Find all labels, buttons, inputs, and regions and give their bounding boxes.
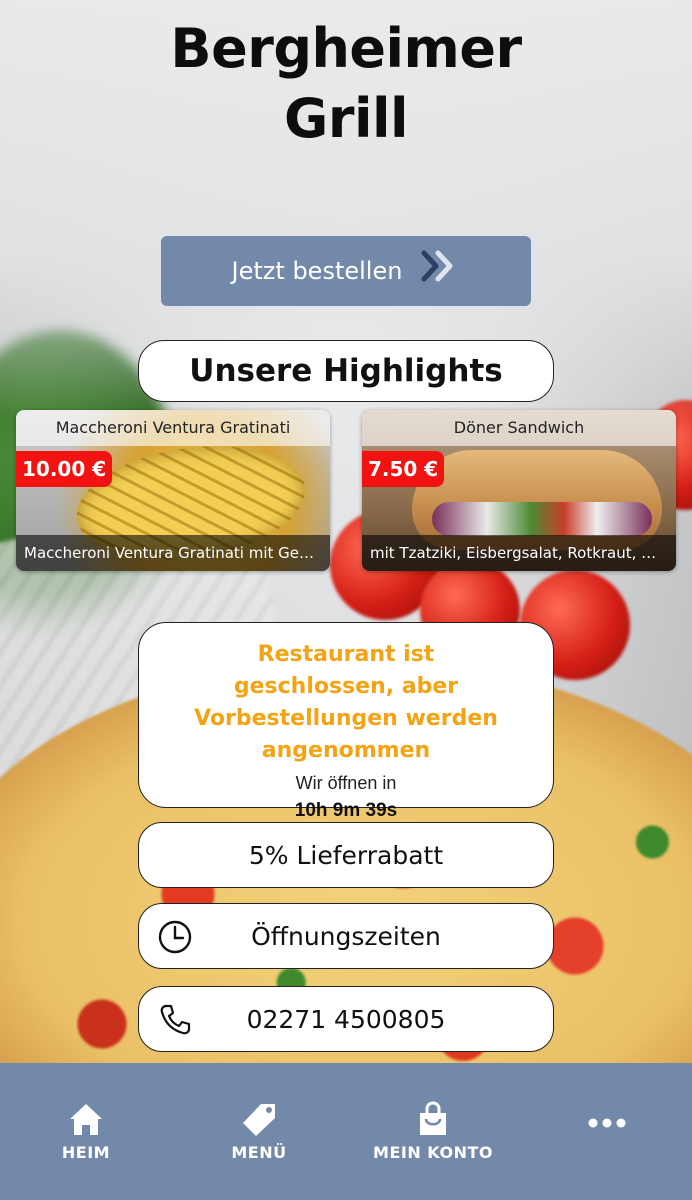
shopping-bag-icon: [420, 1101, 446, 1135]
title-line-2: Grill: [284, 87, 408, 150]
price-badge: 10.00 €: [16, 451, 113, 487]
opening-hours-label: Öffnungszeiten: [251, 921, 441, 951]
delivery-discount-button[interactable]: 5% Lieferrabatt: [138, 822, 554, 888]
nav-home-label: HEIM: [61, 1143, 111, 1162]
clock-icon: [157, 919, 193, 955]
highlight-card-doener[interactable]: Döner Sandwich 7.50 € mit Tzatziki, Eisb…: [362, 410, 676, 571]
nav-my-account[interactable]: MEIN KONTO: [368, 1101, 498, 1162]
bottom-navigation: HEIM MENÜ MEIN KONTO: [0, 1063, 692, 1200]
restaurant-title: Bergheimer Grill: [0, 14, 692, 154]
highlight-description: mit Tzatziki, Eisbergsalat, Rotkraut, We…: [362, 535, 676, 571]
highlight-card-pasta[interactable]: Maccheroni Ventura Gratinati 10.00 € Mac…: [16, 410, 330, 571]
restaurant-status-panel: Restaurant ist geschlossen, aber Vorbest…: [138, 622, 554, 821]
price-tag-icon: [243, 1104, 275, 1136]
opening-hours-button[interactable]: Öffnungszeiten: [138, 903, 554, 969]
phone-icon: [157, 1002, 193, 1038]
nav-menu[interactable]: MENÜ: [222, 1101, 296, 1162]
title-line-1: Bergheimer: [170, 17, 522, 80]
order-now-button[interactable]: Jetzt bestellen: [161, 236, 531, 306]
nav-more[interactable]: [580, 1117, 634, 1135]
phone-call-button[interactable]: 02271 4500805: [138, 986, 554, 1052]
price-badge: 7.50 €: [362, 451, 445, 487]
closed-message: Restaurant ist geschlossen, aber Vorbest…: [194, 642, 498, 763]
highlight-description: Maccheroni Ventura Gratinati mit Gemüse: [16, 535, 330, 571]
highlights-heading: Unsere Highlights: [138, 340, 554, 402]
nav-my-account-label: MEIN KONTO: [373, 1143, 493, 1162]
more-dots-icon: [588, 1118, 626, 1128]
phone-number: 02271 4500805: [246, 1004, 446, 1034]
home-icon: [70, 1104, 102, 1135]
nav-menu-label: MENÜ: [231, 1143, 287, 1162]
opening-countdown: 10h 9m 39s: [294, 800, 398, 821]
discount-label: 5% Lieferrabatt: [248, 840, 444, 870]
double-chevron-right-icon: [420, 249, 460, 290]
highlight-name: Maccheroni Ventura Gratinati: [16, 410, 330, 446]
order-now-label: Jetzt bestellen: [231, 257, 403, 285]
opens-in-label: Wir öffnen in: [295, 773, 397, 793]
highlight-name: Döner Sandwich: [362, 410, 676, 446]
nav-home[interactable]: HEIM: [55, 1101, 117, 1162]
